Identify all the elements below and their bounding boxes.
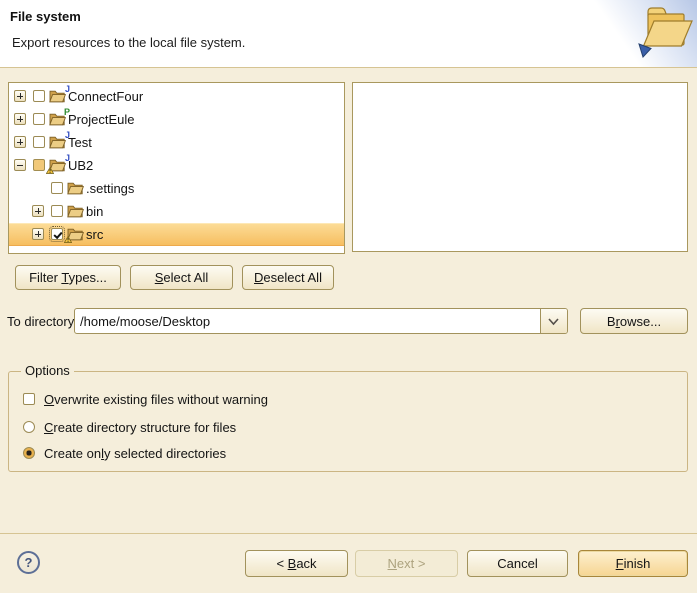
overwrite-label: Overwrite existing files without warning [44,392,268,407]
resource-tree[interactable]: JConnectFourPProjectEuleJTestJUB2.settin… [8,82,345,254]
open-folder-icon [67,204,84,218]
tree-item-label: ConnectFour [68,89,143,104]
overwrite-option-row[interactable]: Overwrite existing files without warning [23,391,268,408]
item-checkbox[interactable] [33,113,45,125]
tree-item-test[interactable]: JTest [9,131,344,154]
expand-icon[interactable] [32,205,44,217]
deselect-all-button[interactable]: Deselect All [242,265,334,290]
java-project-open-folder-icon: J [49,158,66,172]
tree-item-ub2[interactable]: JUB2 [9,154,344,177]
warning-decorator-icon [64,236,72,243]
expand-icon[interactable] [14,136,26,148]
tree-item-connectfour[interactable]: JConnectFour [9,85,344,108]
resource-detail-panel[interactable] [352,82,688,252]
footer-separator [0,533,697,534]
filter-types-button[interactable]: Filter Types... [15,265,121,290]
tree-item-label: src [86,227,103,242]
tree-item-label: ProjectEule [68,112,134,127]
browse-button[interactable]: Browse... [580,308,688,334]
expand-icon[interactable] [32,228,44,240]
back-button[interactable]: < Back [245,550,348,577]
create-selected-only-label: Create only selected directories [44,446,226,461]
item-checkbox[interactable] [33,90,45,102]
options-legend: Options [21,363,74,378]
next-button[interactable]: Next > [355,550,458,577]
create-structure-radio[interactable] [23,421,35,433]
tree-item-settings[interactable]: .settings [9,177,344,200]
tree-item-src[interactable]: src [9,223,344,246]
tree-item-label: UB2 [68,158,93,173]
open-folder-icon [67,181,84,195]
select-all-button[interactable]: Select All [130,265,233,290]
expand-icon[interactable] [14,90,26,102]
tree-item-label: Test [68,135,92,150]
item-checkbox[interactable] [51,228,63,240]
directory-input[interactable] [75,309,546,333]
project-open-folder-icon: P [49,112,66,126]
export-wizard-dialog: File system Export resources to the loca… [0,0,697,593]
expand-icon[interactable] [14,113,26,125]
page-subtitle: Export resources to the local file syste… [12,35,245,50]
overwrite-checkbox[interactable] [23,393,35,405]
item-checkbox[interactable] [51,182,63,194]
create-structure-option-row[interactable]: Create directory structure for files [23,419,236,436]
options-group: Options Overwrite existing files without… [8,371,688,472]
wizard-header: File system Export resources to the loca… [0,0,697,68]
java-project-open-folder-icon: J [49,135,66,149]
create-selected-only-radio[interactable] [23,447,35,459]
create-structure-label: Create directory structure for files [44,420,236,435]
java-project-open-folder-icon: J [49,89,66,103]
cancel-button[interactable]: Cancel [467,550,568,577]
export-folder-icon [631,2,693,62]
collapse-icon[interactable] [14,159,26,171]
directory-combo[interactable] [74,308,568,334]
combo-dropdown-button[interactable] [540,309,567,333]
help-button[interactable]: ? [17,551,40,574]
tree-item-label: .settings [86,181,134,196]
tree-item-label: bin [86,204,103,219]
create-selected-only-option-row[interactable]: Create only selected directories [23,445,226,462]
warning-decorator-icon [46,167,54,174]
finish-button[interactable]: Finish [578,550,688,577]
tree-item-projecteule[interactable]: PProjectEule [9,108,344,131]
open-folder-icon [67,227,84,241]
to-directory-label: To directory: [7,314,78,329]
item-checkbox[interactable] [51,205,63,217]
item-checkbox[interactable] [33,136,45,148]
page-title: File system [10,9,81,24]
item-checkbox[interactable] [33,159,45,171]
tree-item-bin[interactable]: bin [9,200,344,223]
